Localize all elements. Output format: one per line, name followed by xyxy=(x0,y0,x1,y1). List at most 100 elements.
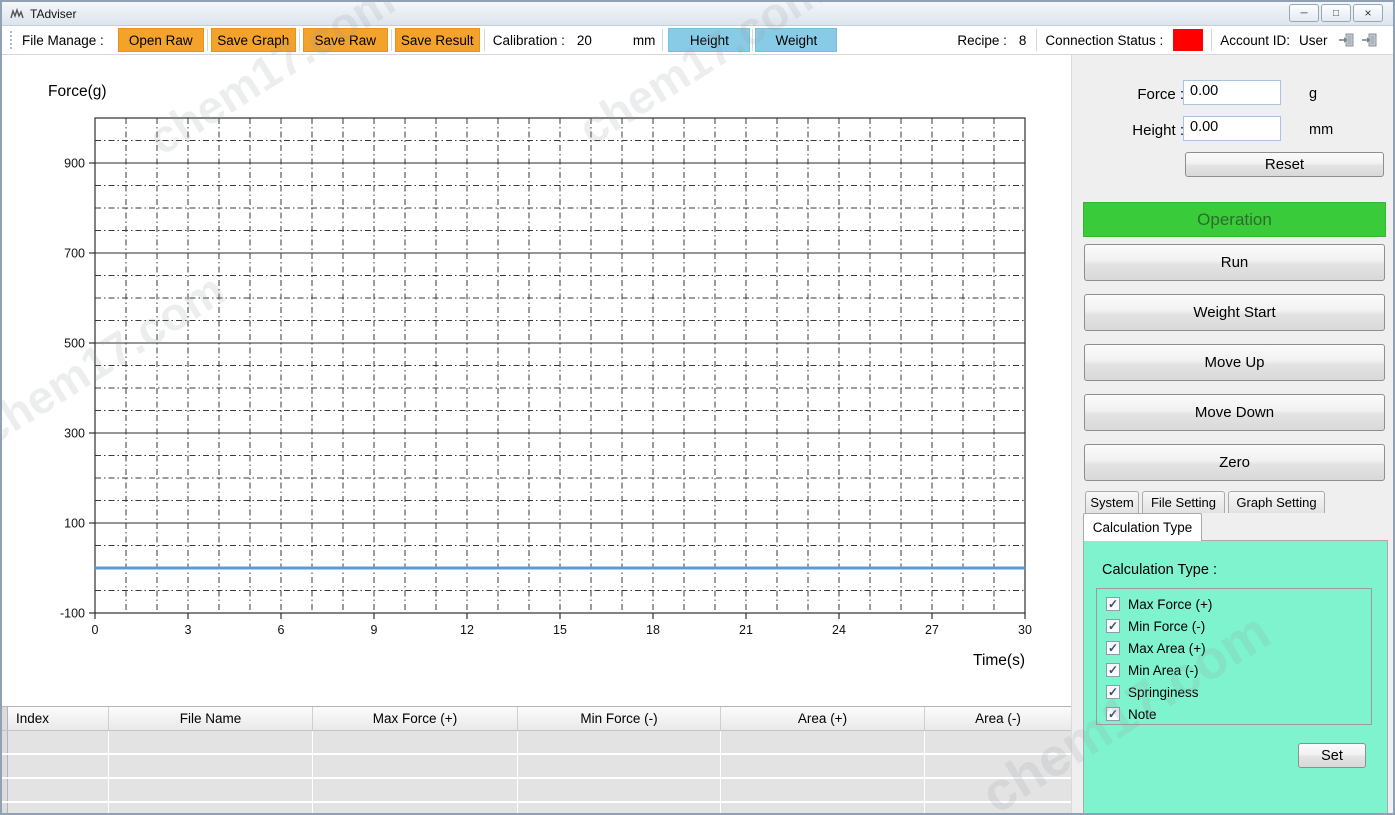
save-result-button[interactable]: Save Result xyxy=(395,28,480,52)
table-cell xyxy=(518,779,721,801)
checkbox-icon[interactable]: ✓ xyxy=(1106,685,1120,699)
run-button[interactable]: Run xyxy=(1084,244,1385,281)
svg-text:900: 900 xyxy=(64,157,85,171)
table-body xyxy=(2,731,1072,815)
save-raw-button[interactable]: Save Raw xyxy=(303,28,388,52)
calibration-input[interactable]: 20 xyxy=(577,33,633,48)
calibration-unit: mm xyxy=(633,33,656,48)
move-up-button[interactable]: Move Up xyxy=(1084,344,1385,381)
table-row[interactable] xyxy=(2,803,1072,815)
toolbar-separator xyxy=(299,29,300,51)
maximize-button[interactable]: □ xyxy=(1321,4,1351,22)
svg-text:700: 700 xyxy=(64,247,85,261)
table-cell xyxy=(109,803,313,815)
control-panel: Force : 0.00 g Height : 0.00 mm Reset Op… xyxy=(1071,55,1393,815)
calc-type-item: ✓Min Area (-) xyxy=(1106,659,1371,681)
login-icon[interactable] xyxy=(1338,32,1355,48)
tab-graph-setting[interactable]: Graph Setting xyxy=(1228,491,1325,513)
table-cell xyxy=(518,731,721,753)
column-header-file-name[interactable]: File Name xyxy=(109,707,313,730)
checkbox-icon[interactable]: ✓ xyxy=(1106,707,1120,721)
table-cell xyxy=(313,731,518,753)
force-unit-label: g xyxy=(1309,86,1317,102)
calc-type-item-label: Note xyxy=(1128,707,1157,722)
window-title: TAdviser xyxy=(30,7,76,21)
table-row[interactable] xyxy=(2,779,1072,803)
window-controls: ─ □ × xyxy=(1289,4,1383,22)
table-cell xyxy=(925,731,1072,753)
calculation-type-label: Calculation Type : xyxy=(1102,562,1217,578)
logout-icon[interactable] xyxy=(1361,32,1378,48)
toolbar-separator xyxy=(662,29,663,51)
file-manage-label: File Manage : xyxy=(22,33,104,48)
results-table: Index File Name Max Force (+) Min Force … xyxy=(2,706,1073,815)
column-header-min-force[interactable]: Min Force (-) xyxy=(518,707,721,730)
height-readout-field[interactable]: 0.00 xyxy=(1183,116,1281,141)
table-cell xyxy=(721,803,925,815)
app-window: TAdviser ─ □ × File Manage : Open Raw Sa… xyxy=(0,0,1395,815)
table-cell xyxy=(925,779,1072,801)
toolbar-separator xyxy=(1036,29,1037,51)
zero-button[interactable]: Zero xyxy=(1084,444,1385,481)
save-graph-button[interactable]: Save Graph xyxy=(211,28,296,52)
toolbar-grip[interactable] xyxy=(10,31,14,49)
column-header-area-minus[interactable]: Area (-) xyxy=(925,707,1072,730)
calc-type-item: ✓Max Force (+) xyxy=(1106,593,1371,615)
svg-text:100: 100 xyxy=(64,517,85,531)
checkbox-icon[interactable]: ✓ xyxy=(1106,641,1120,655)
toolbar-separator xyxy=(752,29,753,51)
account-id-label: Account ID: xyxy=(1220,33,1290,48)
reset-button[interactable]: Reset xyxy=(1185,152,1384,177)
table-cell xyxy=(313,803,518,815)
calculation-type-listbox: ✓Max Force (+)✓Min Force (-)✓Max Area (+… xyxy=(1096,588,1372,725)
height-readout-label: Height : xyxy=(1092,122,1184,139)
weight-start-button[interactable]: Weight Start xyxy=(1084,294,1385,331)
svg-text:3: 3 xyxy=(185,623,192,637)
minimize-button[interactable]: ─ xyxy=(1289,4,1319,22)
svg-text:0: 0 xyxy=(92,623,99,637)
svg-text:Time(s): Time(s) xyxy=(973,652,1025,669)
table-cell xyxy=(8,803,109,815)
svg-text:24: 24 xyxy=(832,623,846,637)
height-button[interactable]: Height xyxy=(668,28,750,52)
calc-type-item: ✓ Min Force (-) xyxy=(1106,615,1371,637)
table-row[interactable] xyxy=(2,755,1072,779)
calibration-label: Calibration : xyxy=(493,33,565,48)
calc-type-item: ✓ Note xyxy=(1106,703,1371,725)
connection-status-indicator xyxy=(1173,29,1203,51)
calc-type-item-label: Max Area (+) xyxy=(1128,641,1206,656)
tab-file-setting[interactable]: File Setting xyxy=(1142,491,1225,513)
toolbar-separator xyxy=(207,29,208,51)
calculation-type-panel: Calculation Type : ✓Max Force (+)✓Min Fo… xyxy=(1083,540,1388,815)
table-cell xyxy=(721,731,925,753)
svg-text:21: 21 xyxy=(739,623,753,637)
table-cell xyxy=(518,803,721,815)
table-cell xyxy=(8,755,109,777)
checkbox-icon[interactable]: ✓ xyxy=(1106,597,1120,611)
tab-system[interactable]: System xyxy=(1085,491,1139,513)
set-button[interactable]: Set xyxy=(1298,743,1366,768)
svg-text:Force(g): Force(g) xyxy=(48,83,107,100)
calc-type-item: ✓Springiness xyxy=(1106,681,1371,703)
table-cell xyxy=(518,755,721,777)
table-cell xyxy=(109,731,313,753)
column-header-index[interactable]: Index xyxy=(8,707,109,730)
toolbar-separator xyxy=(484,29,485,51)
checkbox-icon[interactable]: ✓ xyxy=(1106,619,1120,633)
table-row[interactable] xyxy=(2,731,1072,755)
open-raw-button[interactable]: Open Raw xyxy=(118,28,204,52)
calc-type-item-label: Min Force (-) xyxy=(1128,619,1205,634)
checkbox-icon[interactable]: ✓ xyxy=(1106,663,1120,677)
svg-text:15: 15 xyxy=(553,623,567,637)
column-header-max-force[interactable]: Max Force (+) xyxy=(313,707,518,730)
account-id-value: User xyxy=(1299,33,1328,48)
close-button[interactable]: × xyxy=(1353,4,1383,22)
force-readout-field[interactable]: 0.00 xyxy=(1183,80,1281,105)
weight-button[interactable]: Weight xyxy=(755,28,837,52)
svg-text:9: 9 xyxy=(371,623,378,637)
table-cell xyxy=(8,731,109,753)
table-cell xyxy=(925,755,1072,777)
column-header-area-plus[interactable]: Area (+) xyxy=(721,707,925,730)
tab-calculation-type[interactable]: Calculation Type xyxy=(1083,513,1202,541)
move-down-button[interactable]: Move Down xyxy=(1084,394,1385,431)
